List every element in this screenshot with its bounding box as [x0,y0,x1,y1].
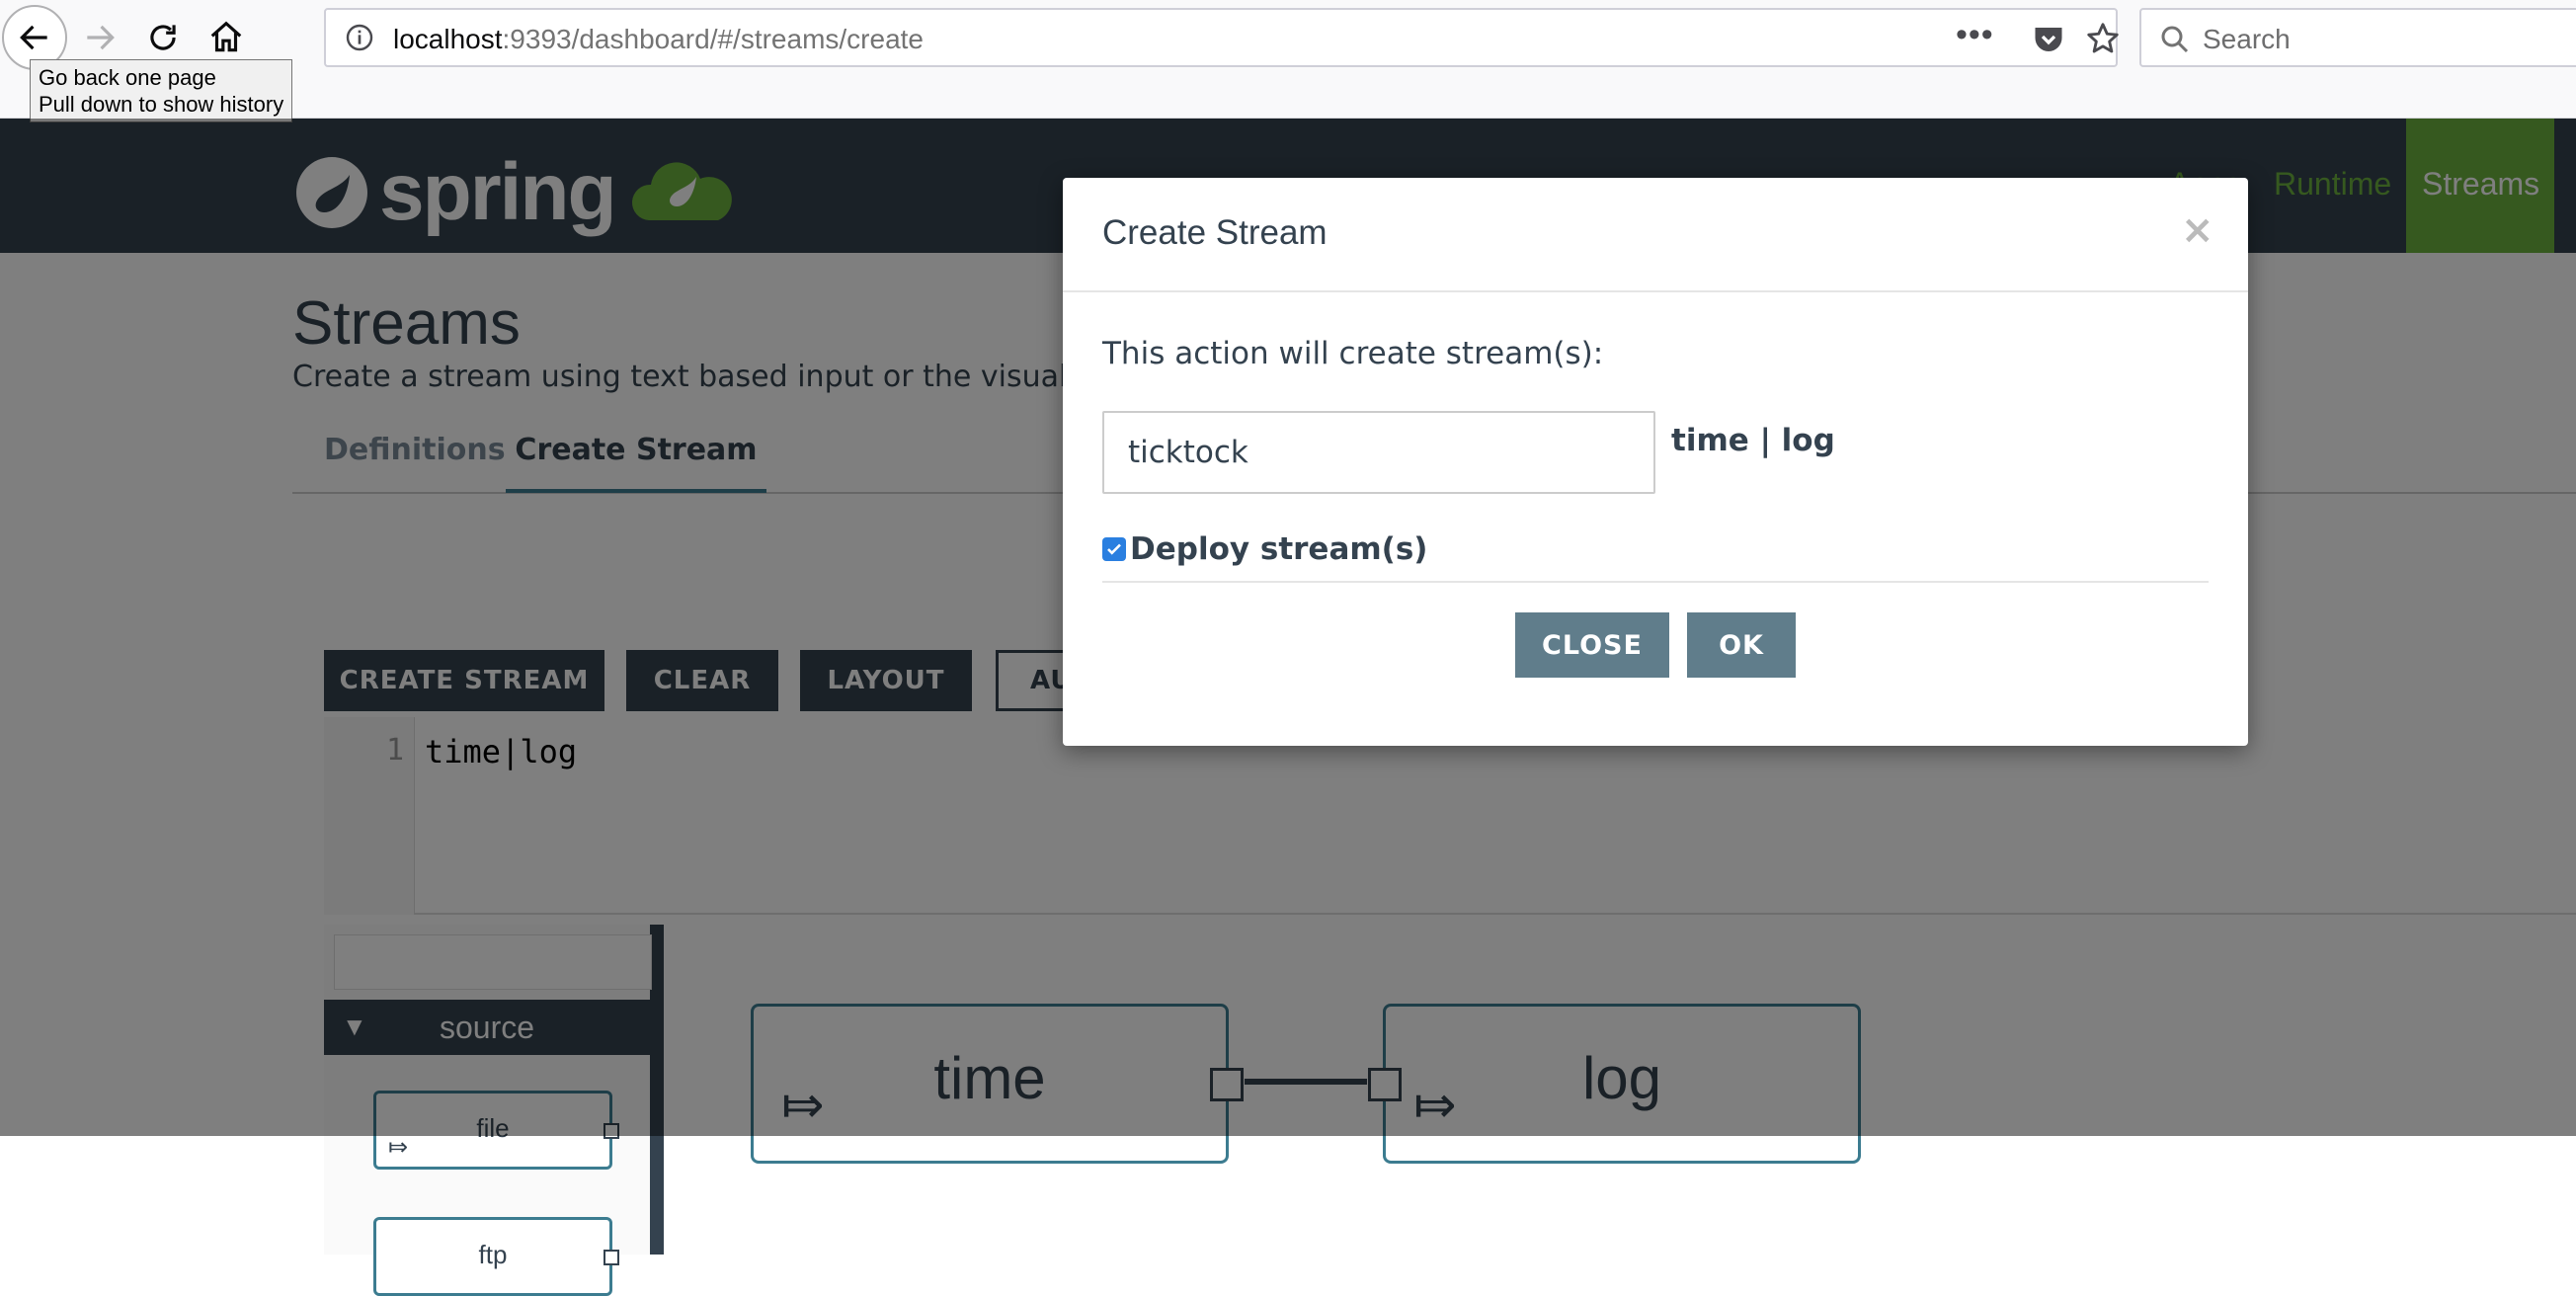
tooltip-line: Go back one page [39,65,216,90]
page-actions-menu[interactable]: ••• [1956,16,1994,54]
divider [1102,581,2209,583]
close-icon[interactable]: × [2181,207,2214,253]
output-port [604,1250,619,1265]
back-button-tooltip: Go back one page Pull down to show histo… [30,59,293,122]
checkmark-icon [1107,543,1121,555]
modal-header: Create Stream × [1063,178,2248,292]
deploy-option: Deploy stream(s) [1102,531,1427,567]
modal-message: This action will create stream(s): [1102,336,1604,371]
search-placeholder: Search [2203,24,2291,54]
ok-button[interactable]: OK [1687,612,1796,678]
url-path: :9393/dashboard/#/streams/create [502,24,924,54]
create-stream-dialog: Create Stream × This action will create … [1063,178,2248,746]
tooltip-line: Pull down to show history [39,92,284,117]
browser-toolbar: localhost:9393/dashboard/#/streams/creat… [0,0,2576,119]
close-button[interactable]: CLOSE [1515,612,1669,678]
arrow-left-icon [20,25,47,50]
search-icon [2161,26,2189,53]
bookmark-star-icon[interactable] [2084,20,2122,57]
url-host: localhost [393,24,503,54]
stream-name-input[interactable] [1102,411,1655,494]
pocket-icon[interactable] [2031,22,2066,57]
palette-node-ftp[interactable]: ftp [373,1217,619,1296]
deploy-label[interactable]: Deploy stream(s) [1130,531,1427,567]
search-bar[interactable]: Search [2139,8,2576,67]
url-bar[interactable]: localhost:9393/dashboard/#/streams/creat… [324,8,2119,67]
arrow-right-icon [87,25,115,50]
home-icon [210,21,242,52]
stream-definition: time | log [1671,423,1835,458]
modal-title: Create Stream [1102,213,1328,252]
reload-icon [150,25,176,50]
url-text[interactable]: localhost:9393/dashboard/#/streams/creat… [393,24,924,55]
deploy-checkbox[interactable] [1102,537,1126,561]
info-icon[interactable] [344,22,375,53]
palette-node-label: ftp [478,1240,508,1269]
